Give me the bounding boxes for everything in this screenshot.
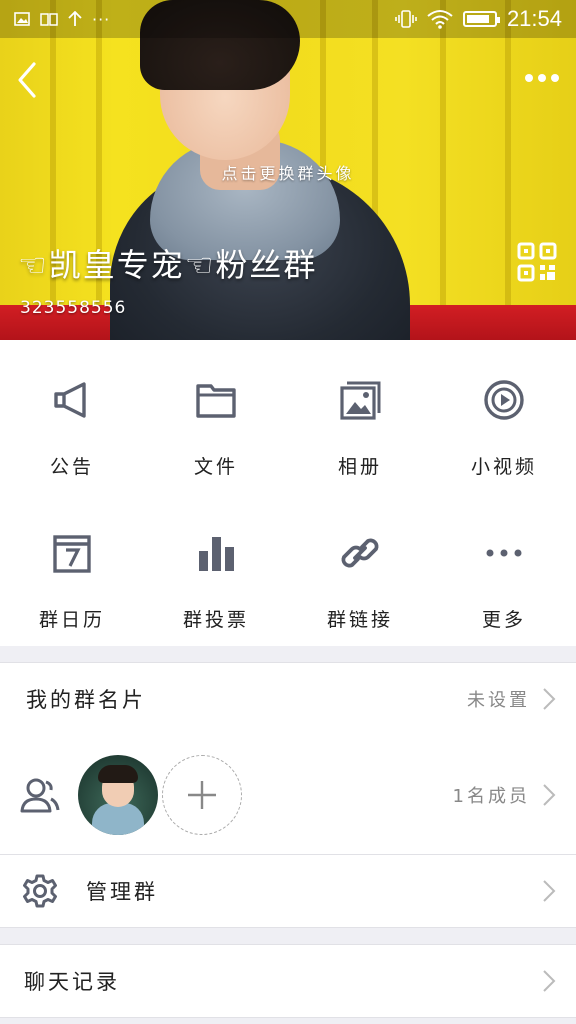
link-icon [341, 538, 379, 568]
wifi-icon [427, 10, 453, 29]
member-count: 1名成员 [452, 785, 530, 807]
group-id: 323558556 [20, 298, 127, 318]
calendar-icon [53, 535, 91, 573]
group-name: ☜凯皇专宠☜粉丝群 [18, 246, 318, 284]
feature-label: 群日历 [38, 609, 105, 631]
feature-grid: 公告 文件 相册 小视频 群日历 群投票 群链接 更多 [0, 340, 576, 646]
feature-more[interactable]: 更多 [432, 493, 576, 646]
clock: 21:54 [506, 6, 562, 31]
plus-icon [188, 780, 216, 809]
battery-icon [462, 11, 500, 27]
feature-label: 小视频 [470, 456, 537, 478]
ellipsis-icon: ··· [92, 9, 111, 29]
change-avatar-hint[interactable]: 点击更换群头像 [0, 160, 576, 184]
members-icon [20, 778, 60, 812]
feature-calendar[interactable]: 群日历 [0, 493, 144, 646]
feature-link[interactable]: 群链接 [288, 493, 432, 646]
back-button[interactable] [10, 58, 44, 102]
members-row[interactable]: 1名成员 [0, 735, 576, 855]
row-title: 我的群名片 [26, 688, 146, 712]
my-group-card-row[interactable]: 我的群名片 未设置 [0, 662, 576, 736]
feature-label: 相册 [337, 456, 382, 478]
gear-icon [23, 874, 57, 908]
qr-code-icon[interactable] [516, 241, 558, 283]
upload-arrow-icon [68, 11, 82, 26]
feature-album[interactable]: 相册 [288, 340, 432, 493]
chat-history-row[interactable]: 聊天记录 [0, 944, 576, 1018]
chevron-right-icon [543, 970, 556, 992]
more-dots-icon [486, 549, 522, 557]
chevron-right-icon [543, 688, 556, 710]
video-play-icon [484, 380, 524, 420]
group-cover[interactable]: 点击更换群头像 ☜凯皇专宠☜粉丝群 323558556 [0, 0, 576, 340]
feature-announcement[interactable]: 公告 [0, 340, 144, 493]
feature-vote[interactable]: 群投票 [144, 493, 288, 646]
feature-label: 更多 [481, 609, 526, 631]
book-icon [40, 13, 58, 26]
feature-label: 群链接 [326, 609, 393, 631]
feature-label: 群投票 [182, 609, 249, 631]
add-member-button[interactable] [162, 754, 242, 835]
row-value: 未设置 [467, 690, 530, 711]
member-avatar[interactable] [78, 754, 158, 835]
bar-chart-icon [199, 537, 234, 571]
chevron-right-icon [543, 783, 556, 806]
image-icon [14, 12, 30, 26]
row-title: 聊天记录 [24, 970, 120, 994]
more-menu-button[interactable] [522, 68, 562, 88]
manage-group-row[interactable]: 管理群 [0, 854, 576, 928]
vibrate-icon [395, 10, 417, 28]
album-icon [340, 381, 381, 420]
status-bar: ··· 21:54 [0, 0, 576, 38]
feature-files[interactable]: 文件 [144, 340, 288, 493]
feature-label: 公告 [49, 456, 94, 478]
chevron-right-icon [543, 880, 556, 902]
folder-icon [196, 384, 236, 418]
row-title: 管理群 [86, 880, 158, 904]
megaphone-icon [54, 382, 86, 418]
feature-short-video[interactable]: 小视频 [432, 340, 576, 493]
feature-label: 文件 [193, 456, 238, 478]
